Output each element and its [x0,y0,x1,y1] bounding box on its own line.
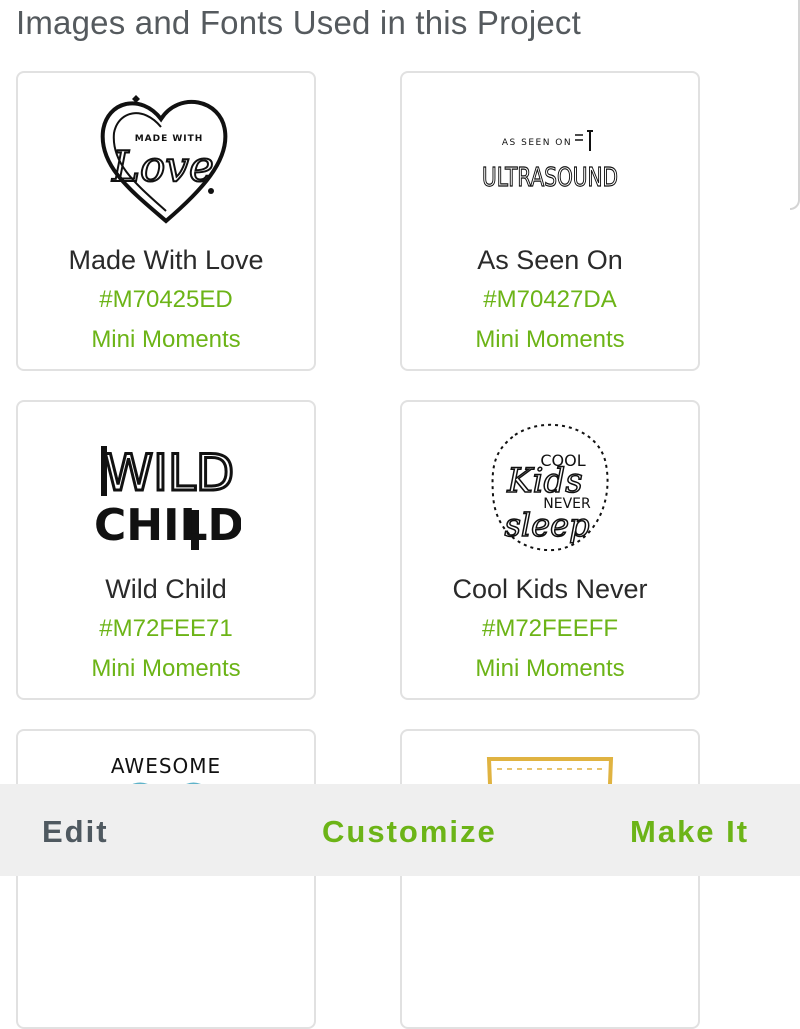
artwork-ultrasound-text: ULTRASOUND [482,163,618,193]
image-card[interactable]: AWESOME [16,729,316,1029]
wild-child-image: WILD CHILD [91,410,241,560]
image-card[interactable] [400,729,700,1029]
image-collection-link[interactable]: Mini Moments [402,326,698,354]
image-name: Cool Kids Never [452,574,648,604]
image-code-link[interactable]: #M70427DA [402,286,698,314]
artwork-child-text: CHILD [94,500,241,551]
image-card[interactable]: WILD CHILD Wild Child #M72FEE71 Mini Mom… [16,400,316,700]
artwork-kids-text: Kids [506,461,583,501]
image-name: Wild Child [105,574,227,604]
made-with-love-image: MADE WITH Love [91,81,241,231]
image-card[interactable]: COOL Kids NEVER sleep Cool Kids Never #M… [400,400,700,700]
artwork-wild-text: WILD [104,444,235,502]
image-code-link[interactable]: #M72FEEFF [402,615,698,643]
image-collection-link[interactable]: Mini Moments [18,655,314,683]
image-name: As Seen On [477,245,623,275]
image-card[interactable]: AS SEEN ON ULTRASOUND As Seen On #M70427… [400,71,700,371]
cool-kids-never-sleep-image: COOL Kids NEVER sleep [475,410,625,560]
artwork-sleep-text: sleep [504,506,589,544]
artwork-love-text: Love [111,142,214,191]
image-name: Made With Love [68,245,264,275]
make-it-button[interactable]: Make It [630,814,749,850]
artwork-as-seen-on-text: AS SEEN ON [502,138,572,148]
bottom-action-bar: Edit Customize Make It [0,784,800,876]
image-card[interactable]: MADE WITH Love Made With Love #M70425ED … [16,71,316,371]
image-grid: MADE WITH Love Made With Love #M70425ED … [0,0,800,1029]
artwork-awesome-text: AWESOME [111,754,221,778]
customize-button[interactable]: Customize [322,814,497,850]
as-seen-on-ultrasound-image: AS SEEN ON ULTRASOUND [475,81,625,231]
image-code-link[interactable]: #M72FEE71 [18,615,314,643]
edit-button[interactable]: Edit [42,814,109,850]
image-code-link[interactable]: #M70425ED [18,286,314,314]
image-collection-link[interactable]: Mini Moments [18,326,314,354]
image-collection-link[interactable]: Mini Moments [402,655,698,683]
